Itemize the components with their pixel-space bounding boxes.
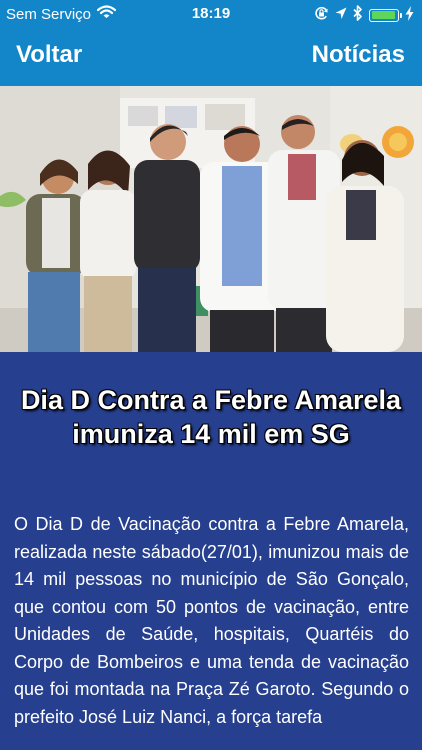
bluetooth-icon (353, 5, 363, 25)
status-icons (314, 5, 414, 25)
top-bar: Sem Serviço 18:19 Voltar Notícias (0, 0, 422, 86)
nav-title: Notícias (311, 41, 405, 68)
article-photo (0, 86, 422, 352)
article-body: O Dia D de Vacinação contra a Febre Amar… (14, 514, 409, 727)
article-headline: Dia D Contra a Febre Amarela imuniza 14 … (20, 385, 402, 449)
charging-bolt-icon (405, 5, 414, 25)
navigation-bar: Voltar Notícias (0, 28, 422, 86)
orientation-lock-icon (314, 6, 329, 25)
status-bar: Sem Serviço 18:19 (0, 0, 422, 28)
battery-icon (369, 8, 402, 22)
location-arrow-icon (335, 7, 347, 24)
back-button[interactable]: Voltar (16, 41, 82, 69)
battery-level-fill (371, 11, 396, 19)
